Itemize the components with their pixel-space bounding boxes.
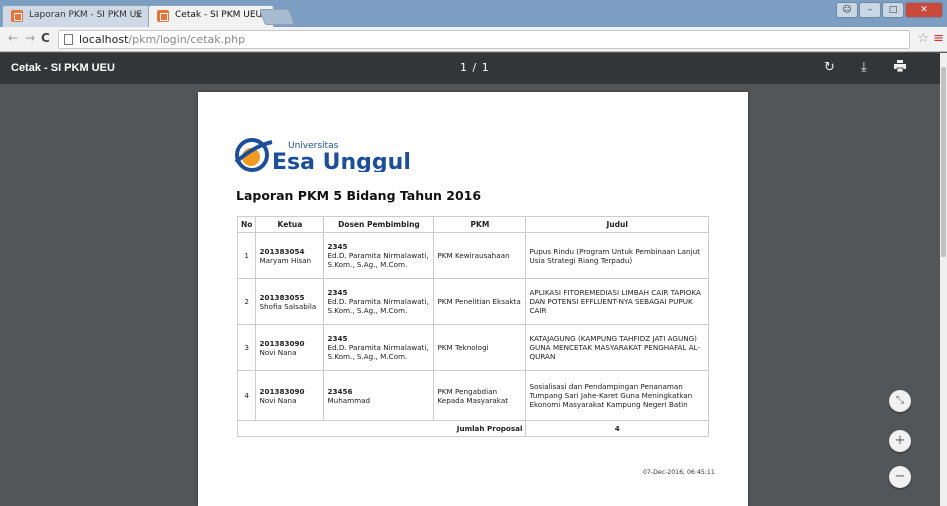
total-value: 4 xyxy=(525,420,709,437)
address-bar: ← → C localhost/pkm/login/cetak.php ☆ ≡ xyxy=(0,27,947,52)
print-timestamp: 07-Dec-2016, 06:45:11 xyxy=(643,469,715,476)
page-icon xyxy=(64,34,73,45)
report-table: No Ketua Dosen Pembimbing PKM Judul 1 20… xyxy=(236,216,709,437)
cell-judul: Sosialisasi dan Pendampingan Penanaman T… xyxy=(525,370,709,421)
cell-pkm: PKM Penelitian Eksakta xyxy=(433,278,527,325)
cell-pkm: PKM Teknologi xyxy=(433,324,527,371)
column-header: Judul xyxy=(525,216,709,233)
pdf-toolbar: Cetak - SI PKM UEU 1 / 1 ↻ ⤓ xyxy=(0,53,940,84)
favicon-icon xyxy=(11,10,23,22)
minimize-button[interactable]: – xyxy=(859,2,881,18)
table-row: 2 201383055 Shofia Salsabila 2345 Ed.D. Pa… xyxy=(236,278,709,325)
tab-cetak[interactable]: Cetak - SI PKM UEU × xyxy=(148,5,274,27)
cell-judul: KATAJAGUNG (KAMPUNG TAHFIDZ JATI AGUNG) … xyxy=(525,324,709,371)
cell-judul: Pupus Rindu (Program Untuk Pembinaan Lan… xyxy=(525,232,709,279)
tab-laporan-pkm[interactable]: Laporan PKM - SI PKM UE × xyxy=(2,5,150,27)
browser-tabstrip: Laporan PKM - SI PKM UE × Cetak - SI PKM… xyxy=(0,0,947,27)
close-window-button[interactable]: ✕ xyxy=(905,2,943,18)
cell-dosen: 2345 Ed.D. Paramita Nirmalawati, S.Kom., … xyxy=(323,324,435,371)
total-label: Jumlah Proposal xyxy=(236,420,527,437)
user-icon[interactable]: ☺ xyxy=(836,2,858,18)
scrollbar-thumb[interactable] xyxy=(941,67,946,257)
table-row: 3 201383090 Novi Nana 2345 Ed.D. Paramita … xyxy=(236,324,709,371)
column-header: PKM xyxy=(433,216,527,233)
close-tab-icon[interactable]: × xyxy=(135,10,143,21)
column-header: Dosen Pembimbing xyxy=(323,216,435,233)
report-title: Laporan PKM 5 Bidang Tahun 2016 xyxy=(236,188,482,203)
cell-ketua: 201383054 Maryam Hisan xyxy=(255,232,325,279)
print-icon[interactable] xyxy=(894,60,906,76)
column-header: No xyxy=(236,216,257,233)
new-tab-button[interactable] xyxy=(259,9,295,25)
cell-no: 4 xyxy=(236,370,257,421)
cell-pkm: PKM Kewirausahaan xyxy=(433,232,527,279)
pdf-page: Universitas Esa Unggul Laporan PKM 5 Bid… xyxy=(198,92,748,506)
table-row: 1 201383054 Maryam Hisan 2345 Ed.D. Parami… xyxy=(236,232,709,279)
cell-ketua: 201383055 Shofia Salsabila xyxy=(255,278,325,325)
url-text: localhost/pkm/login/cetak.php xyxy=(79,33,246,46)
scrollbar[interactable] xyxy=(940,53,947,506)
table-header-row: No Ketua Dosen Pembimbing PKM Judul xyxy=(236,216,709,233)
menu-icon[interactable]: ≡ xyxy=(933,31,944,46)
zoom-in-icon[interactable]: + xyxy=(889,430,911,452)
column-header: Ketua xyxy=(255,216,325,233)
bookmark-star-icon[interactable]: ☆ xyxy=(917,31,929,46)
cell-ketua: 201383090 Novi Nana xyxy=(255,324,325,371)
cell-judul: APLIKASI FITOREMEDIASI LIMBAH CAIR TAPIO… xyxy=(525,278,709,325)
cell-dosen: 23456 Muhammad xyxy=(323,370,435,421)
cell-dosen: 2345 Ed.D. Paramita Nirmalawati, S.Kom., … xyxy=(323,232,435,279)
university-logo: Universitas Esa Unggul xyxy=(234,138,411,172)
cell-no: 3 xyxy=(236,324,257,371)
tab-label: Cetak - SI PKM UEU xyxy=(175,10,263,20)
zoom-out-icon[interactable]: − xyxy=(889,466,911,488)
tab-label: Laporan PKM - SI PKM UE xyxy=(29,10,143,20)
rotate-icon[interactable]: ↻ xyxy=(824,60,835,75)
page-indicator: 1 / 1 xyxy=(460,61,490,74)
cell-no: 2 xyxy=(236,278,257,325)
favicon-icon xyxy=(157,10,169,22)
cell-pkm: PKM Pengabdian Kepada Masyarakat xyxy=(433,370,527,421)
window-controls: ☺ – □ ✕ xyxy=(836,2,943,18)
url-input[interactable]: localhost/pkm/login/cetak.php xyxy=(58,30,910,49)
cell-no: 1 xyxy=(236,232,257,279)
cell-ketua: 201383090 Novi Nana xyxy=(255,370,325,421)
table-row: 4 201383090 Novi Nana 23456 Muhammad PKM P… xyxy=(236,370,709,421)
forward-icon[interactable]: → xyxy=(25,31,35,45)
logo-big-text: Esa Unggul xyxy=(272,150,411,172)
cell-dosen: 2345 Ed.D. Paramita Nirmalawati, S.Kom., … xyxy=(323,278,435,325)
reload-icon[interactable]: C xyxy=(41,31,50,45)
download-icon[interactable]: ⤓ xyxy=(861,60,867,75)
maximize-button[interactable]: □ xyxy=(882,2,904,18)
total-row: Jumlah Proposal 4 xyxy=(236,420,709,437)
back-icon[interactable]: ← xyxy=(8,31,18,45)
pdf-title: Cetak - SI PKM UEU xyxy=(11,62,115,74)
fit-page-icon[interactable]: ⤡ xyxy=(889,390,911,412)
